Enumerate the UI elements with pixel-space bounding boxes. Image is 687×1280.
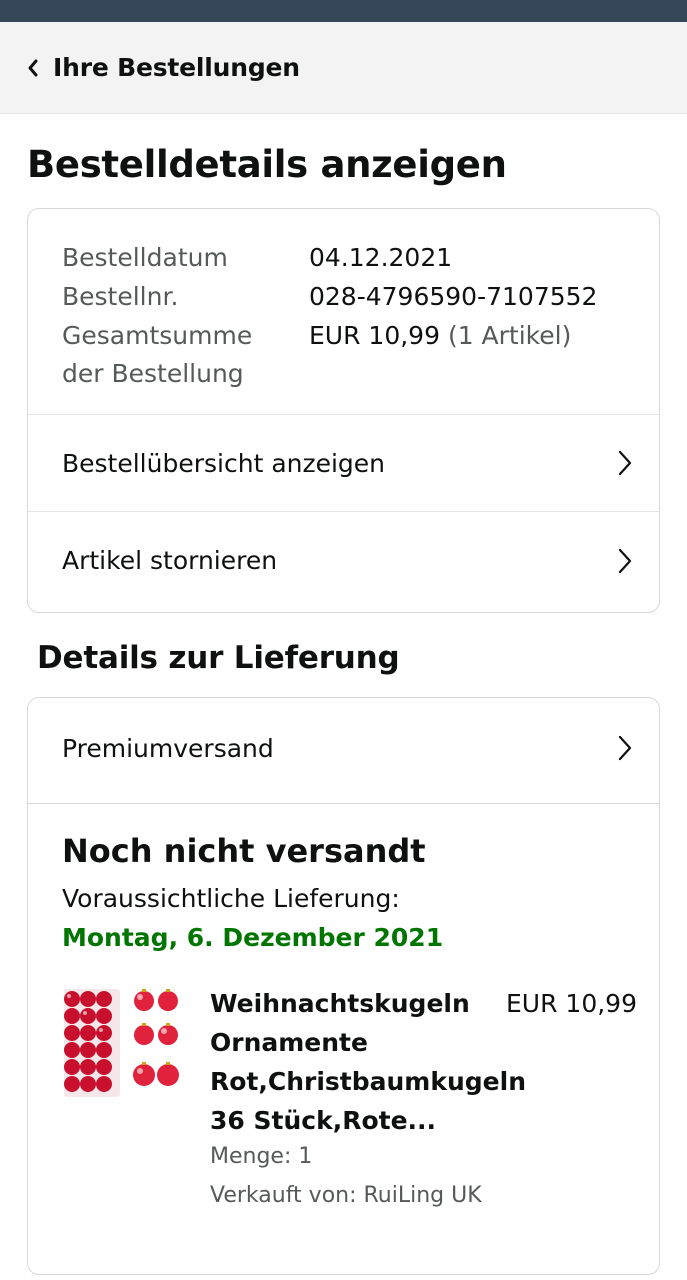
- order-info: Bestelldatum 04.12.2021 Bestellnr. 028-4…: [28, 209, 659, 415]
- order-number-value: 028-4796590-7107552: [309, 282, 598, 311]
- product-seller: Verkauft von: RuiLing UK: [210, 1183, 482, 1208]
- cancel-items-label: Artikel stornieren: [62, 546, 278, 575]
- delivery-card: Premiumversand Noch nicht versandt Vorau…: [27, 697, 660, 1275]
- expected-delivery-label: Voraussichtliche Lieferung:: [62, 884, 400, 913]
- chevron-right-icon: [618, 450, 632, 476]
- back-button[interactable]: Ihre Bestellungen: [26, 53, 300, 82]
- page-title: Bestelldetails anzeigen: [27, 143, 507, 186]
- order-total-label: Gesamtsumme der Bestellung: [62, 317, 302, 393]
- navigation-bar: Ihre Bestellungen: [0, 22, 687, 114]
- cancel-items-row[interactable]: Artikel stornieren: [28, 512, 659, 609]
- order-date-value: 04.12.2021: [309, 243, 453, 272]
- back-label: Ihre Bestellungen: [53, 53, 300, 82]
- order-summary-card: Bestelldatum 04.12.2021 Bestellnr. 028-4…: [27, 208, 660, 613]
- shipping-method-row[interactable]: Premiumversand: [28, 698, 659, 804]
- chevron-left-icon: [28, 59, 38, 76]
- order-total-amount: EUR 10,99: [309, 321, 440, 350]
- delivery-section-title: Details zur Lieferung: [37, 640, 400, 676]
- status-bar: [0, 0, 687, 22]
- red-christmas-ornaments-image[interactable]: [62, 987, 182, 1101]
- order-item-count: (1 Artikel): [447, 321, 572, 350]
- shipment-status: Noch nicht versandt: [62, 832, 426, 870]
- view-order-summary-row[interactable]: Bestellübersicht anzeigen: [28, 415, 659, 512]
- order-total-value: EUR 10,99 (1 Artikel): [309, 317, 571, 355]
- order-total-label-line1: Gesamtsumme: [62, 321, 253, 350]
- order-number-label: Bestellnr.: [62, 282, 179, 311]
- order-date-row: Bestelldatum 04.12.2021: [62, 239, 452, 277]
- product-price: EUR 10,99: [506, 989, 637, 1018]
- product-title-link[interactable]: Weihnachtskugeln Ornamente Rot,Christbau…: [210, 984, 530, 1140]
- chevron-right-icon: [618, 548, 632, 573]
- expected-delivery-date: Montag, 6. Dezember 2021: [62, 923, 444, 952]
- chevron-right-icon: [618, 735, 632, 761]
- order-date-label: Bestelldatum: [62, 243, 228, 272]
- order-total-row: Gesamtsumme der Bestellung EUR 10,99 (1 …: [62, 317, 571, 393]
- order-number-row: Bestellnr. 028-4796590-7107552: [62, 278, 597, 316]
- order-total-label-line2: der Bestellung: [62, 359, 244, 388]
- view-order-summary-label: Bestellübersicht anzeigen: [62, 448, 386, 478]
- shipping-method-label: Premiumversand: [62, 734, 274, 763]
- product-quantity: Menge: 1: [210, 1144, 313, 1169]
